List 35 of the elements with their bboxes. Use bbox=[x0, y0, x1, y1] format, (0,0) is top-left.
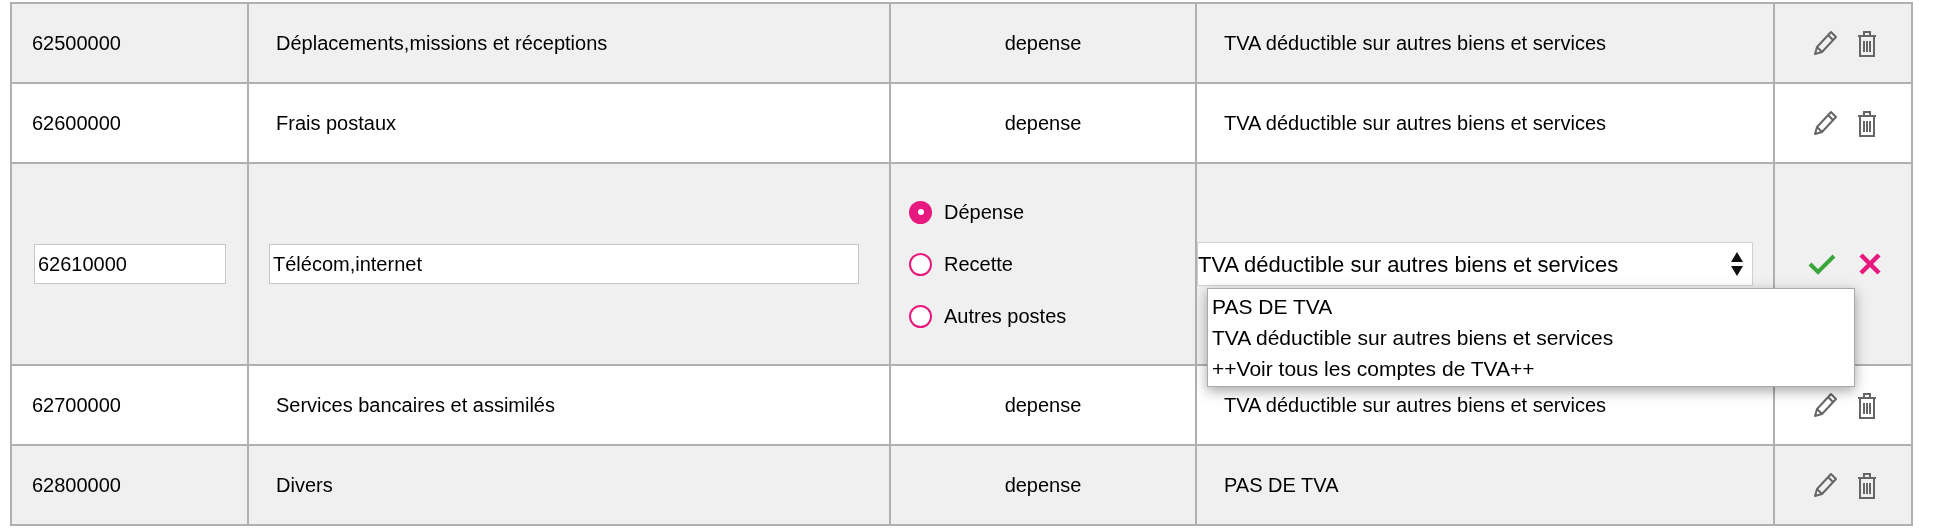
account-name: Divers bbox=[276, 474, 333, 496]
account-code: 62600000 bbox=[32, 112, 121, 134]
account-type: depense bbox=[1004, 112, 1082, 134]
radio-label: Dépense bbox=[944, 200, 1025, 225]
account-type: depense bbox=[1004, 32, 1082, 54]
account-code: 62700000 bbox=[32, 394, 121, 416]
pencil-icon[interactable] bbox=[1811, 470, 1839, 500]
tva-label: TVA déductible sur autres biens et services bbox=[1224, 394, 1607, 416]
account-name: Services bancaires et assimilés bbox=[276, 394, 555, 416]
close-icon[interactable] bbox=[1858, 252, 1882, 276]
tva-label: TVA déductible sur autres biens et services bbox=[1224, 32, 1607, 54]
radio-button[interactable] bbox=[909, 200, 932, 224]
account-code: 62500000 bbox=[32, 32, 121, 54]
radio-label: Autres postes bbox=[944, 304, 1067, 329]
account-type: depense bbox=[1004, 394, 1082, 416]
check-icon[interactable] bbox=[1808, 253, 1836, 275]
tva-label: PAS DE TVA bbox=[1224, 474, 1339, 496]
dropdown-option[interactable]: ++Voir tous les comptes de TVA++ bbox=[1212, 353, 1850, 384]
account-code: 62800000 bbox=[32, 474, 121, 496]
code-field[interactable]: 62610000 bbox=[34, 244, 226, 284]
updown-arrow-icon bbox=[1730, 251, 1744, 277]
radio-button[interactable] bbox=[909, 252, 932, 276]
pencil-icon[interactable] bbox=[1811, 28, 1839, 58]
dropdown-option[interactable]: TVA déductible sur autres biens et services bbox=[1212, 322, 1850, 353]
account-name: Déplacements,missions et réceptions bbox=[276, 32, 608, 54]
account-type: depense bbox=[1004, 474, 1082, 496]
tva-select[interactable]: TVA déductible sur autres biens et services bbox=[1197, 242, 1753, 286]
radio-label: Recette bbox=[944, 252, 1013, 277]
tva-label: TVA déductible sur autres biens et services bbox=[1224, 112, 1607, 134]
name-field[interactable]: Télécom,internet bbox=[269, 244, 859, 284]
pencil-icon[interactable] bbox=[1811, 108, 1839, 138]
pencil-icon[interactable] bbox=[1811, 390, 1839, 420]
dropdown-option[interactable]: PAS DE TVA bbox=[1212, 291, 1850, 322]
radio-button[interactable] bbox=[909, 304, 932, 328]
account-name: Frais postaux bbox=[276, 112, 397, 134]
